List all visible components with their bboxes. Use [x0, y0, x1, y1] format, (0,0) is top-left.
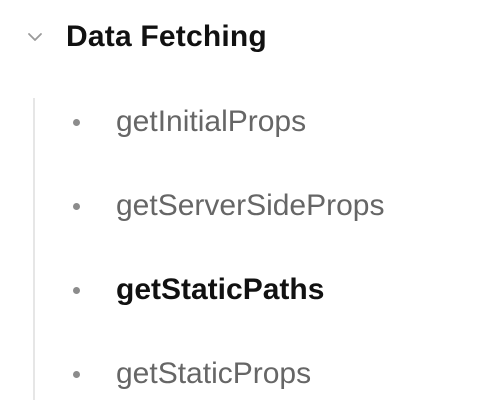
sidebar-item-label: getStaticProps [116, 357, 312, 390]
sidebar-item-label: getServerSideProps [116, 189, 385, 222]
section-item-list: getInitialProps getServerSideProps getSt… [33, 98, 475, 400]
sidebar-item-getinitialprops[interactable]: getInitialProps [35, 100, 306, 144]
bullet-icon [73, 286, 80, 294]
sidebar-item-getstaticpaths[interactable]: getStaticPaths [35, 268, 324, 312]
section-header-data-fetching[interactable]: Data Fetching [22, 14, 267, 60]
chevron-down-icon[interactable] [22, 24, 48, 50]
bullet-icon [73, 202, 80, 210]
sidebar-item-getstaticprops[interactable]: getStaticProps [35, 352, 311, 396]
bullet-icon [73, 118, 80, 126]
bullet-icon [73, 370, 80, 378]
sidebar-nav-section: Data Fetching getInitialProps getServerS… [0, 0, 492, 414]
sidebar-item-label: getInitialProps [116, 105, 307, 138]
sidebar-item-getserversideprops[interactable]: getServerSideProps [35, 184, 384, 228]
section-title: Data Fetching [66, 20, 267, 53]
sidebar-item-label: getStaticPaths [116, 273, 325, 306]
